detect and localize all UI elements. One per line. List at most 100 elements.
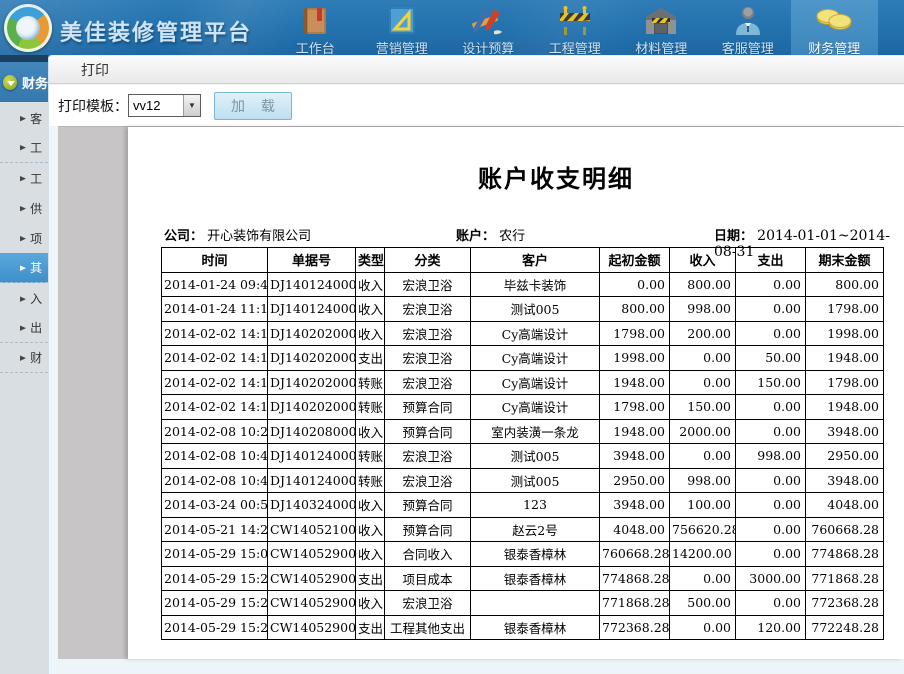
table-cell: 预算合同 [385, 419, 471, 444]
table-cell: 2014-02-08 10:43 [162, 444, 268, 469]
report-meta: 公司： 开心装饰有限公司 账户： 农行 日期： 2014-01-01~2014-… [128, 225, 904, 245]
table-cell: 0.00 [736, 272, 806, 297]
table-cell: 4048.00 [600, 517, 670, 542]
table-cell: CW1405290002 [268, 542, 356, 567]
nav-item-service[interactable]: 客服管理 [705, 0, 792, 57]
table-cell: CW1405290004 [268, 591, 356, 616]
table-cell: 工程其他支出 [385, 615, 471, 640]
table-row: 2014-02-02 14:17DJ1402020001支出宏浪卫浴Cy高端设计… [162, 346, 884, 371]
table-cell: 3948.00 [806, 419, 884, 444]
table-cell: Cy高端设计 [471, 321, 600, 346]
table-cell: 771868.28 [806, 566, 884, 591]
table-cell: 2950.00 [600, 468, 670, 493]
sidebar-item-3[interactable]: ▶供 [0, 193, 48, 223]
table-cell: 0.00 [736, 517, 806, 542]
table-cell: 收入 [356, 591, 385, 616]
column-header: 分类 [385, 248, 471, 273]
report-table-body: 2014-01-24 09:44DJ1401240002收入宏浪卫浴毕兹卡装饰0… [162, 272, 884, 640]
table-cell: 1798.00 [600, 395, 670, 420]
sidebar-item-2[interactable]: ▶工 [0, 163, 48, 193]
nav-item-design[interactable]: 设计预算 [445, 0, 532, 57]
table-cell: CW1405290003 [268, 566, 356, 591]
sidebar-item-6[interactable]: ▶入 [0, 283, 48, 313]
table-cell: Cy高端设计 [471, 395, 600, 420]
table-row: 2014-01-24 11:15DJ1401240007收入宏浪卫浴测试0058… [162, 297, 884, 322]
table-cell: 150.00 [670, 395, 736, 420]
table-row: 2014-01-24 09:44DJ1401240002收入宏浪卫浴毕兹卡装饰0… [162, 272, 884, 297]
warehouse-icon [641, 3, 681, 38]
sidebar-item-1[interactable]: ▶工 [0, 133, 48, 163]
nav-item-material[interactable]: 材料管理 [618, 0, 705, 57]
table-cell: 0.00 [670, 346, 736, 371]
table-cell: 毕兹卡装饰 [471, 272, 600, 297]
table-cell: 2000.00 [670, 419, 736, 444]
table-cell: DJ1401240007 [268, 444, 356, 469]
table-cell: 收入 [356, 493, 385, 518]
sidebar-item-4[interactable]: ▶项 [0, 223, 48, 253]
collapse-arrow-icon[interactable] [3, 75, 17, 90]
table-row: 2014-05-29 15:24CW1405290003支出项目成本银泰香樟林7… [162, 566, 884, 591]
nav-item-project[interactable]: 工程管理 [532, 0, 619, 57]
sidebar-top-edge [0, 55, 48, 62]
template-select-value: vv12 [129, 98, 183, 113]
table-cell: 0.00 [736, 591, 806, 616]
sidebar-item-0[interactable]: ▶客 [0, 103, 48, 133]
table-cell: 0.00 [670, 615, 736, 640]
nav-item-finance[interactable]: 财务管理 [791, 0, 878, 57]
table-cell: 2014-01-24 09:44 [162, 272, 268, 297]
report-paper: 账户收支明细 公司： 开心装饰有限公司 账户： 农行 日期： 2014-01-0… [128, 127, 904, 659]
sidebar-item-5[interactable]: ▶其 [0, 253, 48, 283]
nav-item-marketing[interactable]: 营销管理 [359, 0, 446, 57]
table-cell: 756620.28 [670, 517, 736, 542]
template-select[interactable]: vv12 ▼ [128, 94, 201, 117]
table-cell: 赵云2号 [471, 517, 600, 542]
table-row: 2014-05-29 15:24CW1405290004收入宏浪卫浴771868… [162, 591, 884, 616]
top-nav: 工作台营销管理设计预算工程管理材料管理客服管理财务管理统 [272, 0, 904, 57]
table-cell: 2014-02-02 14:17 [162, 395, 268, 420]
table-cell [471, 591, 600, 616]
table-row: 2014-05-29 15:24CW1405290005支出工程其他支出银泰香樟… [162, 615, 884, 640]
table-cell: 测试005 [471, 297, 600, 322]
tab-print[interactable]: 打印 [81, 56, 109, 84]
header-row: 时间单据号类型分类客户起初金额收入支出期末金额 [162, 248, 884, 273]
table-cell: 0.00 [736, 468, 806, 493]
table-cell: 转账 [356, 395, 385, 420]
nav-item-stats[interactable]: 统 [878, 0, 904, 57]
report-table: 时间单据号类型分类客户起初金额收入支出期末金额 2014-01-24 09:44… [161, 247, 884, 640]
app-title: 美佳装修管理平台 [60, 15, 252, 47]
table-cell: 2014-02-02 14:17 [162, 370, 268, 395]
table-cell: 772368.28 [600, 615, 670, 640]
table-cell: 800.00 [670, 272, 736, 297]
table-row: 2014-05-29 15:07CW1405290002收入合同收入银泰香樟林7… [162, 542, 884, 567]
sidebar-item-label: 工 [30, 139, 42, 156]
sidebar-item-8[interactable]: ▶财 [0, 343, 48, 373]
table-cell: 500.00 [670, 591, 736, 616]
table-cell: 2014-05-29 15:07 [162, 542, 268, 567]
table-cell: Cy高端设计 [471, 346, 600, 371]
table-cell: 760668.28 [600, 542, 670, 567]
app-window: 美佳装修管理平台 工作台营销管理设计预算工程管理材料管理客服管理财务管理统 财务… [0, 0, 904, 674]
table-cell: 0.00 [736, 321, 806, 346]
table-cell: 100.00 [670, 493, 736, 518]
sidebar-item-label: 工 [30, 170, 42, 187]
column-header: 单据号 [268, 248, 356, 273]
table-cell: 银泰香樟林 [471, 542, 600, 567]
sidebar-header[interactable]: 财务 [0, 62, 48, 102]
table-cell: 3948.00 [600, 444, 670, 469]
arrow-right-icon: ▶ [20, 263, 26, 271]
column-header: 类型 [356, 248, 385, 273]
column-header: 起初金额 [600, 248, 670, 273]
coins-icon [814, 3, 854, 38]
table-cell: 2014-05-29 15:24 [162, 615, 268, 640]
load-button[interactable]: 加 载 [214, 92, 292, 120]
sidebar-item-label: 其 [30, 259, 42, 276]
table-cell: Cy高端设计 [471, 370, 600, 395]
table-cell: 3948.00 [600, 493, 670, 518]
table-cell: 宏浪卫浴 [385, 468, 471, 493]
report-account: 账户： 农行 [456, 225, 525, 244]
nav-item-workbench[interactable]: 工作台 [272, 0, 359, 57]
sidebar-item-7[interactable]: ▶出 [0, 313, 48, 343]
table-cell: 800.00 [600, 297, 670, 322]
chevron-down-icon[interactable]: ▼ [183, 95, 200, 116]
table-cell: DJ1401240007 [268, 297, 356, 322]
